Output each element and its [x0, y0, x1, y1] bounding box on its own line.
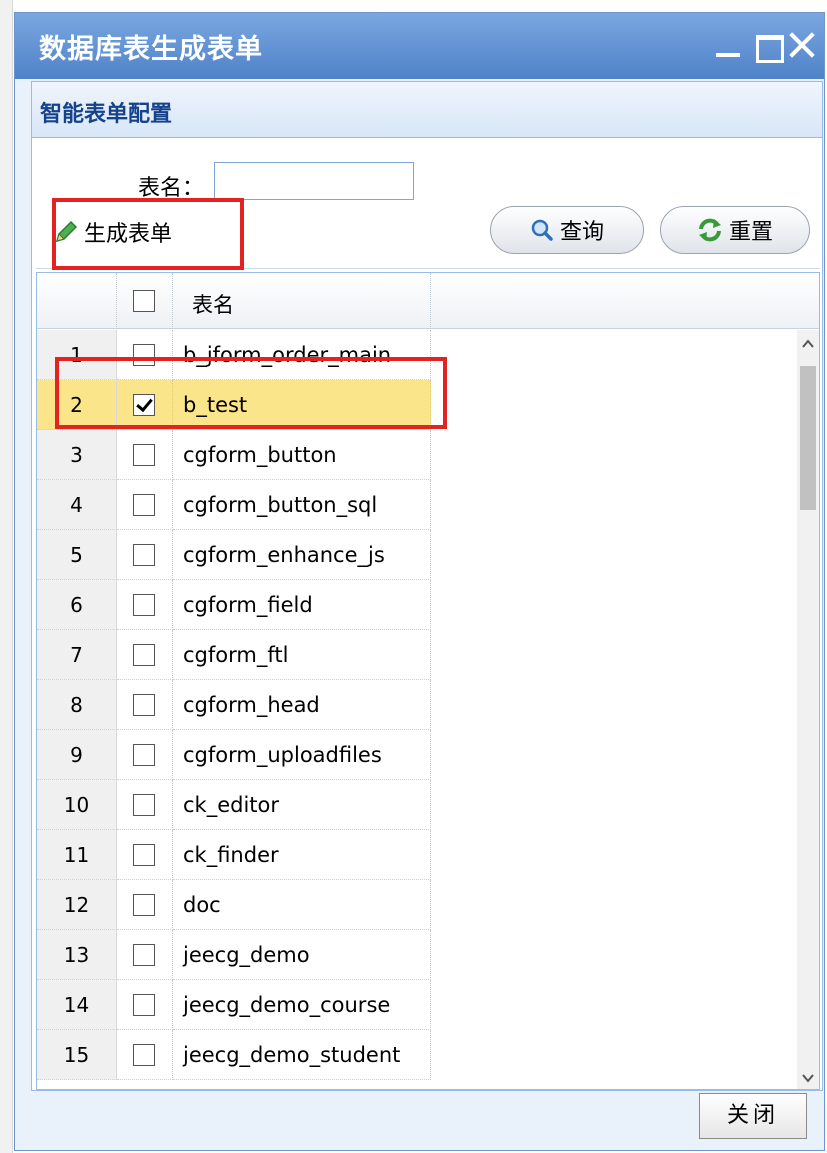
row-table-name[interactable]: ck_finder: [173, 830, 431, 880]
search-icon: [531, 219, 553, 241]
table-row[interactable]: 15 jeecg_demo_student: [37, 1030, 797, 1080]
table-row[interactable]: 10 ck_editor: [37, 780, 797, 830]
table-row[interactable]: 3 cgform_button: [37, 430, 797, 480]
row-table-name[interactable]: jeecg_demo_course: [173, 980, 431, 1030]
table-grid: 表名 1 b_jform_order_main 2 b_test 3 cgform_but…: [36, 272, 820, 1090]
background-page-edge: [0, 0, 13, 1153]
panel-title: 智能表单配置: [40, 102, 173, 127]
pencil-icon: [55, 220, 78, 243]
row-table-name[interactable]: cgform_button_sql: [173, 480, 431, 530]
row-checkbox[interactable]: [133, 694, 155, 716]
row-checkbox[interactable]: [133, 844, 155, 866]
panel-header: 智能表单配置: [32, 82, 822, 138]
row-checkbox[interactable]: [133, 344, 155, 366]
row-number: 2: [37, 380, 117, 430]
table-row[interactable]: 9 cgform_uploadfiles: [37, 730, 797, 780]
row-number: 5: [37, 530, 117, 580]
table-row[interactable]: 2 b_test: [37, 380, 797, 430]
row-table-name[interactable]: b_jform_order_main: [173, 330, 431, 380]
table-row[interactable]: 13 jeecg_demo: [37, 930, 797, 980]
row-number: 6: [37, 580, 117, 630]
row-number: 12: [37, 880, 117, 930]
row-checkbox[interactable]: [133, 544, 155, 566]
dialog-titlebar[interactable]: 数据库表生成表单: [15, 13, 824, 79]
table-row[interactable]: 7 cgform_ftl: [37, 630, 797, 680]
toolbar-divider: [36, 268, 820, 269]
row-number: 9: [37, 730, 117, 780]
query-label: 查询: [559, 220, 604, 245]
vertical-scrollbar[interactable]: [797, 330, 819, 1089]
row-number: 14: [37, 980, 117, 1030]
row-number: 11: [37, 830, 117, 880]
table-row[interactable]: 4 cgform_button_sql: [37, 480, 797, 530]
table-row[interactable]: 8 cgform_head: [37, 680, 797, 730]
reset-button[interactable]: 重置: [660, 206, 810, 254]
scroll-up-icon[interactable]: [800, 336, 816, 352]
refresh-icon: [698, 218, 721, 242]
row-table-name[interactable]: b_test: [173, 380, 431, 430]
grid-header: 表名: [37, 273, 819, 329]
table-row[interactable]: 6 cgform_field: [37, 580, 797, 630]
row-table-name[interactable]: jeecg_demo_student: [173, 1030, 431, 1080]
table-row[interactable]: 12 doc: [37, 880, 797, 930]
generate-form-label: 生成表单: [84, 222, 173, 247]
row-checkbox[interactable]: [133, 944, 155, 966]
row-checkbox[interactable]: [133, 994, 155, 1016]
row-table-name[interactable]: cgform_ftl: [173, 630, 431, 680]
minimize-icon[interactable]: [713, 27, 743, 63]
row-checkbox[interactable]: [133, 494, 155, 516]
row-number: 13: [37, 930, 117, 980]
row-table-name[interactable]: doc: [173, 880, 431, 930]
row-table-name[interactable]: cgform_uploadfiles: [173, 730, 431, 780]
row-checkbox[interactable]: [133, 894, 155, 916]
dialog-title: 数据库表生成表单: [39, 34, 263, 65]
header-rownum-cell: [37, 273, 117, 329]
row-number: 10: [37, 780, 117, 830]
scrollbar-thumb[interactable]: [800, 366, 816, 510]
row-checkbox[interactable]: [133, 644, 155, 666]
row-number: 8: [37, 680, 117, 730]
dialog-window: 数据库表生成表单 智能表单配置 表名： 生成表单 查询 重置 表名 1 b_jf…: [14, 12, 825, 1151]
row-table-name[interactable]: cgform_field: [173, 580, 431, 630]
row-table-name[interactable]: cgform_enhance_js: [173, 530, 431, 580]
table-row[interactable]: 5 cgform_enhance_js: [37, 530, 797, 580]
table-name-label: 表名：: [138, 176, 205, 201]
row-checkbox[interactable]: [133, 744, 155, 766]
row-checkbox[interactable]: [133, 444, 155, 466]
generate-form-button[interactable]: 生成表单: [52, 210, 222, 254]
table-name-input[interactable]: [214, 162, 414, 200]
row-number: 15: [37, 1030, 117, 1080]
row-checkbox[interactable]: [133, 1044, 155, 1066]
table-row[interactable]: 1 b_jform_order_main: [37, 330, 797, 380]
row-number: 4: [37, 480, 117, 530]
maximize-icon[interactable]: [753, 27, 784, 63]
table-row[interactable]: 11 ck_finder: [37, 830, 797, 880]
form-config-panel: 智能表单配置 表名： 生成表单 查询 重置 表名 1 b_jform_order…: [31, 81, 823, 1091]
row-checkbox[interactable]: [133, 794, 155, 816]
scroll-down-icon[interactable]: [800, 1070, 816, 1086]
row-number: 1: [37, 330, 117, 380]
row-checkbox[interactable]: [133, 394, 155, 416]
row-table-name[interactable]: ck_editor: [173, 780, 431, 830]
column-header-table-name: 表名: [192, 293, 234, 317]
row-checkbox[interactable]: [133, 594, 155, 616]
reset-label: 重置: [728, 220, 773, 245]
header-check-cell: [117, 273, 173, 329]
select-all-checkbox[interactable]: [133, 290, 155, 312]
row-table-name[interactable]: cgform_button: [173, 430, 431, 480]
table-row[interactable]: 14 jeecg_demo_course: [37, 980, 797, 1030]
row-number: 3: [37, 430, 117, 480]
grid-rows: 1 b_jform_order_main 2 b_test 3 cgform_button…: [37, 330, 797, 1080]
row-table-name[interactable]: cgform_head: [173, 680, 431, 730]
query-button[interactable]: 查询: [490, 206, 644, 254]
close-button[interactable]: 关闭: [699, 1093, 807, 1139]
close-icon[interactable]: [787, 27, 817, 63]
row-table-name[interactable]: jeecg_demo: [173, 930, 431, 980]
row-number: 7: [37, 630, 117, 680]
